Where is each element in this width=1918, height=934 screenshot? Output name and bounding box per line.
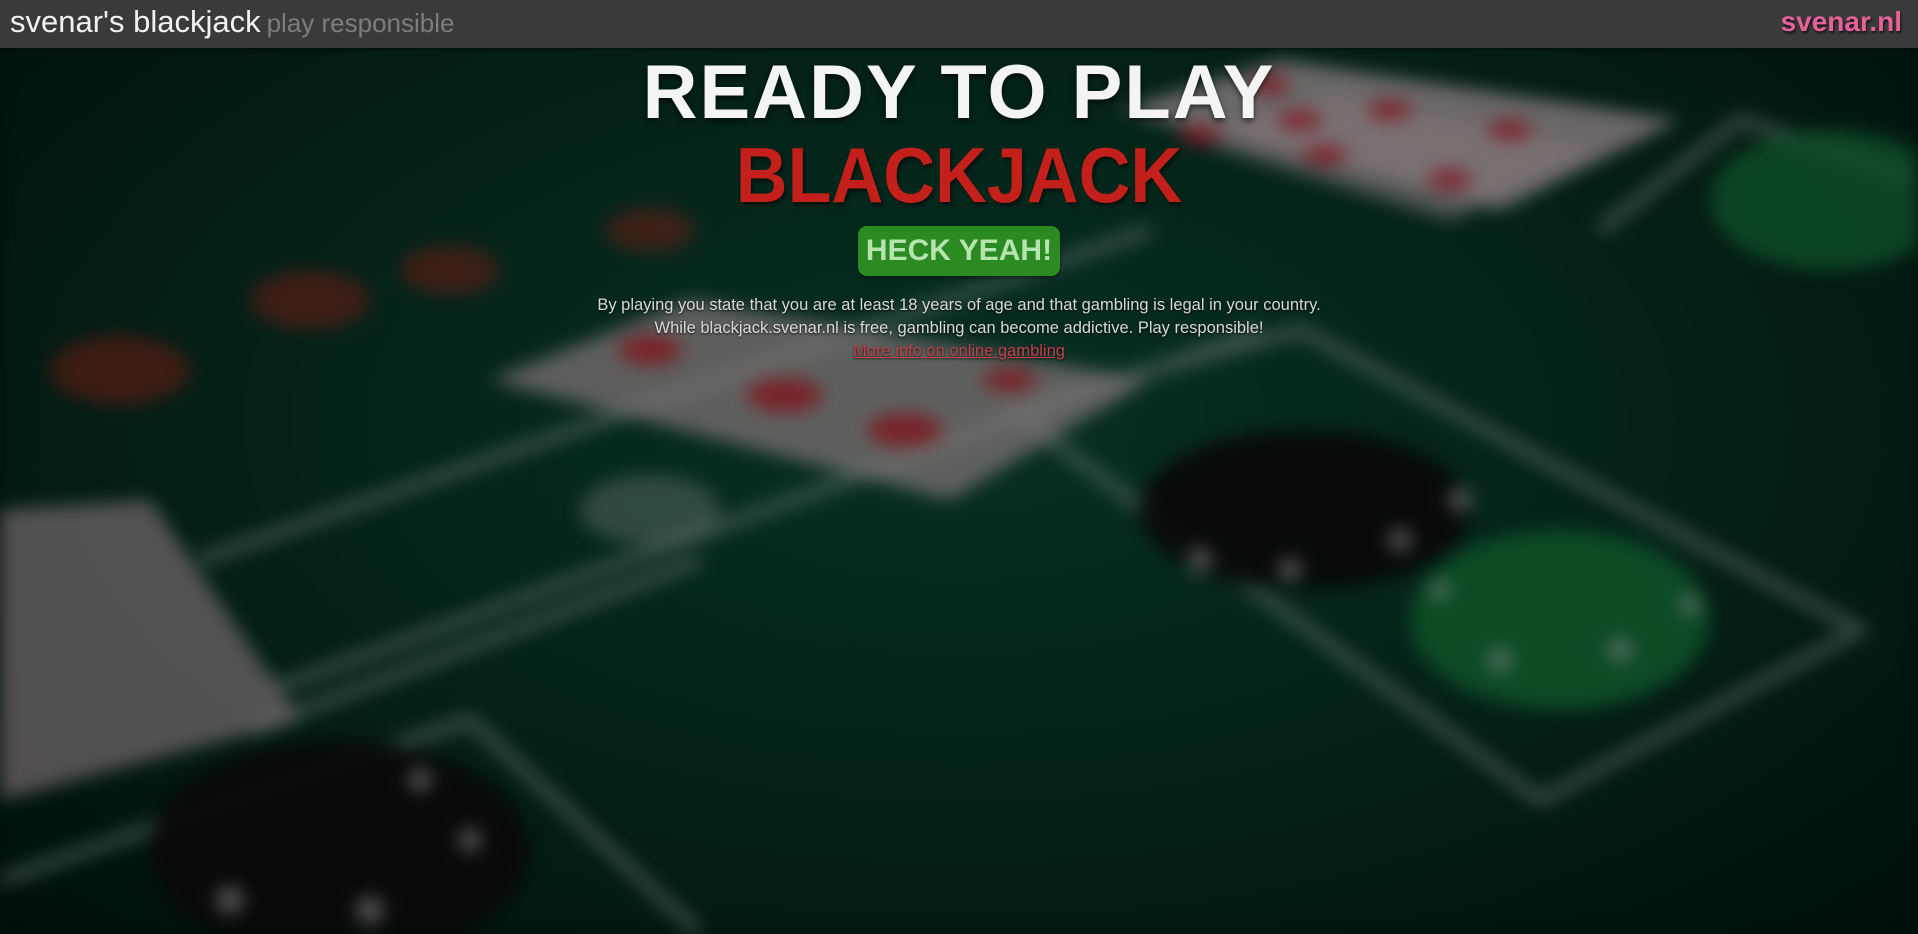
blackjack-start-screen: svenar's blackjack play responsible svena…	[0, 0, 1918, 934]
disclaimer-line-1: By playing you state that you are at lea…	[597, 296, 1321, 314]
site-tagline: play responsible	[266, 8, 455, 38]
disclaimer-line-2: While blackjack.svenar.nl is free, gambl…	[654, 319, 1264, 337]
blackjack-logo: BLACKJACK	[735, 131, 1183, 219]
gambling-info-link[interactable]: More info on online gambling	[853, 342, 1065, 360]
top-bar: svenar's blackjack play responsible svena…	[0, 0, 1918, 48]
site-brand[interactable]: svenar's blackjack play responsible	[10, 4, 454, 40]
svenar-home-link[interactable]: svenar.nl	[1781, 6, 1902, 38]
start-game-button[interactable]: HECK YEAH!	[857, 226, 1061, 276]
site-title[interactable]: svenar's blackjack	[10, 4, 261, 39]
start-panel: READY TO PLAY BLACKJACK HECK YEAH! By pl…	[0, 48, 1918, 363]
age-disclaimer: By playing you state that you are at lea…	[0, 294, 1918, 363]
ready-to-play-heading: READY TO PLAY	[642, 50, 1276, 135]
